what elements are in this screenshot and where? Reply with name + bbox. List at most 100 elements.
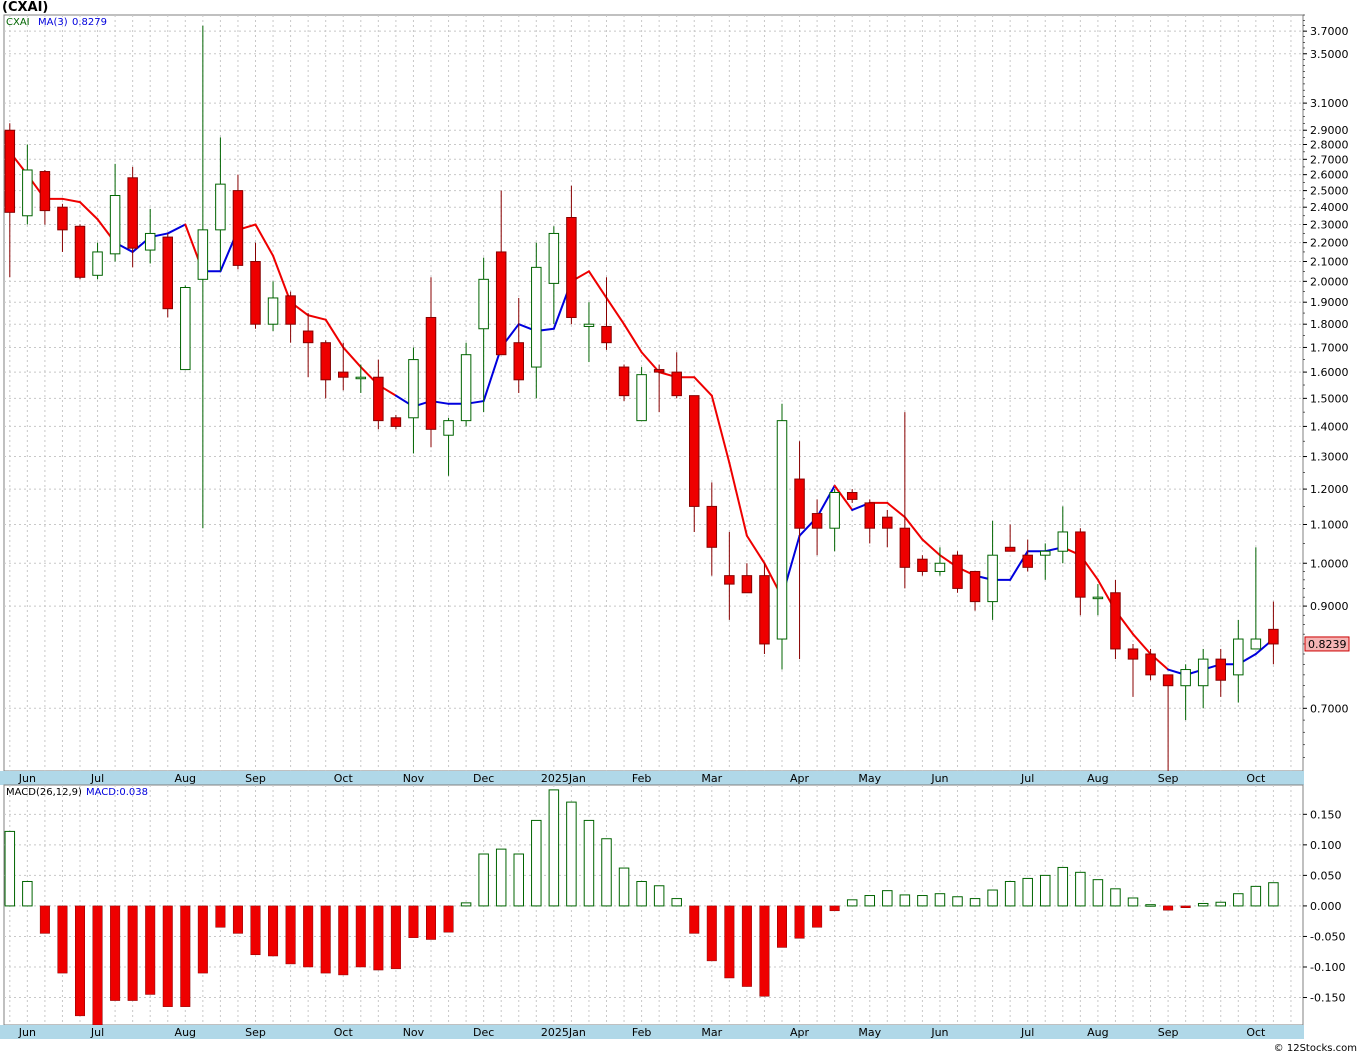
macd-tick-label: 0.100 [1310,839,1342,852]
price-legend: CXAI MA(3) 0.8279 [6,17,107,28]
candle-body [1075,531,1086,598]
macd-bar-negative [303,905,314,968]
candle-body [548,232,560,284]
candle-body [197,229,209,280]
macd-bar-negative [759,905,770,997]
macd-bar-negative [145,905,156,995]
macd-bar-positive [1127,897,1139,907]
macd-bar-positive [1250,885,1262,907]
price-month-label: Jul [90,772,104,785]
macd-bar-negative [39,905,50,934]
price-panel [3,14,1304,772]
candle-body [1215,658,1226,681]
macd-month-label: Mar [701,1026,722,1039]
macd-bar-positive [1268,882,1279,907]
macd-bar-negative [250,905,261,956]
price-tick-label: 3.5000 [1310,48,1349,61]
macd-month-label: Jun [930,1026,948,1039]
macd-bar-negative [408,905,419,938]
price-tick-label: 2.7000 [1310,153,1349,166]
candle-body [1197,658,1209,687]
macd-month-label: Oct [1246,1026,1266,1039]
price-month-label: Oct [1246,772,1266,785]
candle-body [1004,546,1016,552]
candle-body [1162,674,1174,687]
candle-body [618,366,630,397]
macd-bar-negative [390,905,401,970]
candle-body [338,371,349,378]
candle-body [1092,596,1104,600]
candle-body [969,570,981,603]
macd-bar-negative [57,905,68,974]
macd-bar-positive [899,894,911,907]
candle-body [1057,531,1069,552]
up-candle [776,403,788,670]
macd-legend-label: MACD(26,12,9) [6,787,82,798]
candle-body [899,527,911,568]
candle-body [1268,628,1279,645]
candle-body [776,420,788,640]
macd-bar-positive [495,848,507,907]
price-tick-label: 1.7000 [1310,341,1349,354]
macd-bar-positive [934,893,946,907]
down-candle [618,364,630,402]
price-tick-label: 1.3000 [1310,451,1349,464]
price-tick-label: 3.7000 [1310,25,1349,38]
down-candle [759,563,770,655]
price-month-label: Apr [790,772,810,785]
price-month-label: 2025Jan [541,772,586,785]
macd-bar-positive [864,895,875,907]
candle-body [583,323,595,327]
candle-body [215,183,226,231]
macd-bar-positive [1145,904,1156,907]
macd-month-label: Jun [18,1026,36,1039]
macd-bar-negative [777,905,787,948]
macd-bar-positive [1075,871,1086,907]
candle-body [39,171,51,212]
macd-bar-positive [1233,893,1244,907]
macd-bar-positive [952,896,963,907]
candle-body [601,325,612,344]
price-month-label: Jul [1020,772,1034,785]
macd-month-label: 2025Jan [541,1026,586,1039]
price-tick-label: 1.2000 [1310,483,1349,496]
candle-body [1250,638,1262,650]
candle-body [109,195,121,255]
price-month-label: Nov [403,772,425,785]
macd-bar-negative [794,905,805,939]
candle-body [811,513,823,529]
price-tick-label: 2.9000 [1310,124,1349,137]
macd-tick-label: 0.150 [1310,808,1342,821]
macd-month-label: Oct [334,1026,354,1039]
candle-body [987,554,998,603]
macd-bar-negative [689,905,700,934]
macd-bar-positive [1110,888,1121,907]
candle-body [267,297,279,325]
price-month-label: Aug [175,772,196,785]
price-month-label: Feb [632,772,651,785]
candle-body [57,206,68,231]
candle-body [741,575,753,594]
candle-body [460,354,472,422]
price-month-label: Jun [18,772,36,785]
macd-bar-positive [513,853,524,907]
macd-legend-value: MACD:0.038 [86,787,148,798]
candle-body [1110,592,1121,650]
down-candle [952,551,963,593]
candle-body [144,232,156,251]
candle-body [689,395,700,507]
candle-body [1127,648,1139,660]
price-month-label: Aug [1087,772,1108,785]
price-month-label: Sep [1158,772,1179,785]
macd-bar-negative [1180,905,1191,908]
macd-month-label: Aug [175,1026,196,1039]
price-tick-label: 1.6000 [1310,366,1349,379]
macd-bar-negative [215,905,226,928]
down-candle [74,224,86,280]
macd-bar-positive [1092,879,1104,907]
macd-bar-positive [1022,877,1033,907]
stock-chart: (CXAI) 0.7000 0.9000 1.0000 1.1000 1.2000 1.3… [0,0,1360,1056]
macd-panel [3,784,1304,1026]
macd-bar-negative [110,905,121,1001]
price-tick-label: 3.1000 [1310,97,1349,110]
